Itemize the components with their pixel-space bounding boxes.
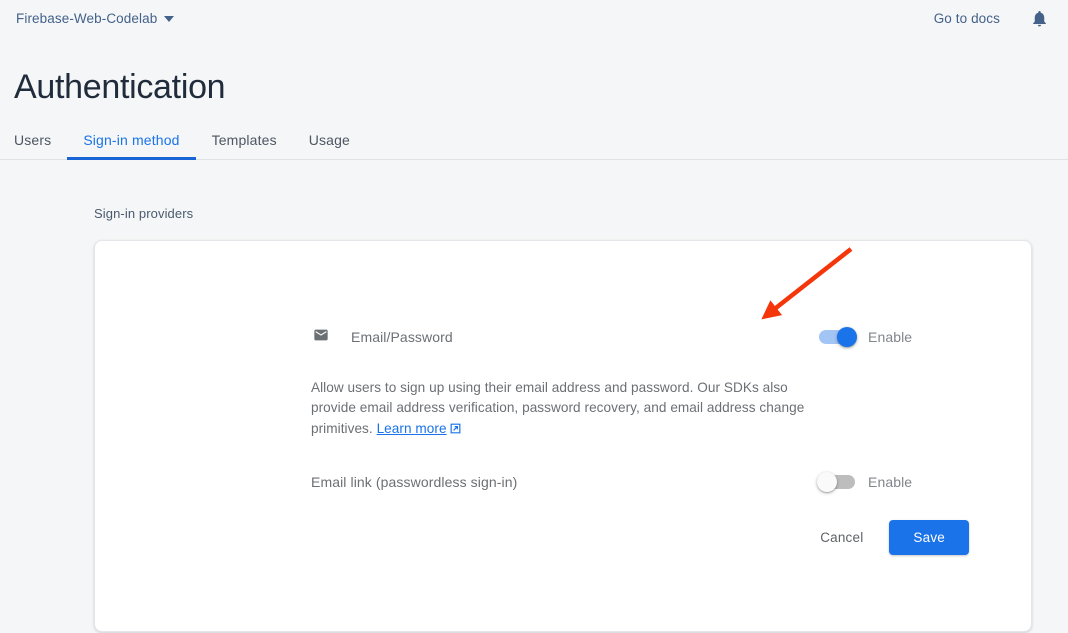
- toggle-knob: [837, 327, 857, 347]
- learn-more-label: Learn more: [377, 421, 447, 436]
- notifications-button[interactable]: [1026, 5, 1052, 31]
- tab-templates[interactable]: Templates: [196, 132, 293, 159]
- email-link-enable-toggle[interactable]: [819, 475, 855, 489]
- email-password-provider-row[interactable]: Email/Password Enable: [311, 327, 971, 348]
- page-title: Authentication: [0, 59, 1068, 109]
- email-link-toggle-label: Enable: [868, 474, 912, 490]
- tab-users[interactable]: Users: [14, 132, 67, 159]
- tab-bar: Users Sign-in method Templates Usage: [0, 132, 1068, 160]
- card-body: Email/Password Enable Allow users to sig…: [95, 241, 1031, 491]
- bell-icon: [1030, 8, 1049, 29]
- tab-usage[interactable]: Usage: [293, 132, 366, 159]
- email-password-toggle-label: Enable: [868, 329, 912, 345]
- main-content: Sign-in providers Email/Password: [0, 160, 1068, 633]
- learn-more-link[interactable]: Learn more: [377, 421, 462, 436]
- go-to-docs-link[interactable]: Go to docs: [934, 11, 1000, 26]
- cancel-button[interactable]: Cancel: [804, 521, 879, 554]
- card-actions: Cancel Save: [95, 490, 1031, 631]
- top-bar: Firebase-Web-Codelab Go to docs: [0, 0, 1068, 36]
- tab-sign-in-method[interactable]: Sign-in method: [67, 132, 195, 159]
- sign-in-providers-label: Sign-in providers: [94, 206, 1068, 221]
- provider-identity: Email/Password: [311, 327, 819, 348]
- tabs-list: Users Sign-in method Templates Usage: [14, 132, 1068, 159]
- email-password-toggle-group: Enable: [819, 329, 971, 345]
- toggle-knob: [817, 472, 837, 492]
- save-button[interactable]: Save: [889, 520, 969, 555]
- project-name: Firebase-Web-Codelab: [16, 11, 157, 26]
- email-link-provider-row[interactable]: Email link (passwordless sign-in) Enable: [311, 474, 971, 490]
- mail-icon: [311, 327, 331, 348]
- sign-in-provider-card: Email/Password Enable Allow users to sig…: [94, 240, 1032, 633]
- provider-name: Email/Password: [351, 329, 453, 345]
- chevron-down-icon: [164, 16, 174, 22]
- email-password-enable-toggle[interactable]: [819, 330, 855, 344]
- external-link-icon: [449, 421, 462, 442]
- email-link-toggle-group: Enable: [819, 474, 971, 490]
- project-selector[interactable]: Firebase-Web-Codelab: [14, 9, 176, 28]
- email-link-name: Email link (passwordless sign-in): [311, 474, 819, 490]
- provider-description: Allow users to sign up using their email…: [311, 378, 831, 442]
